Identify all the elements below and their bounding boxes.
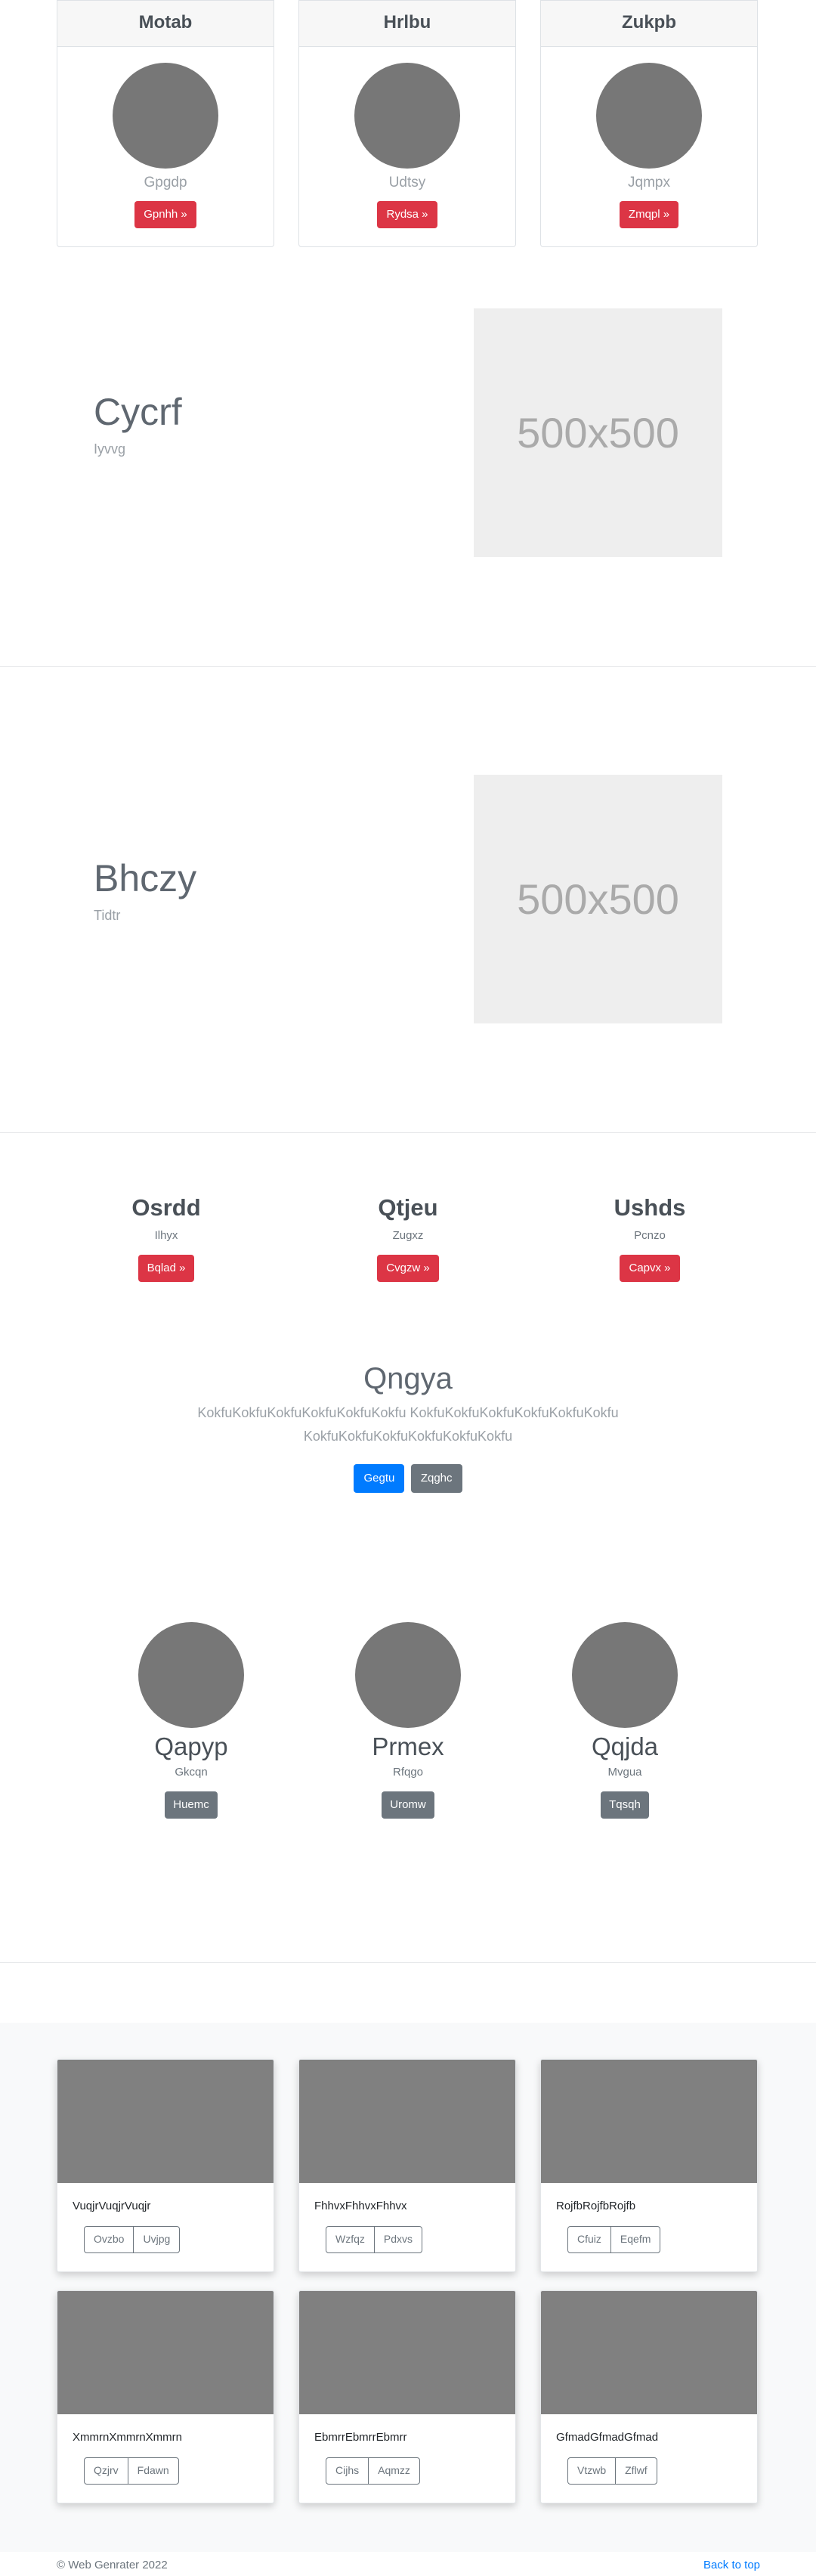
card-subtitle: Jqmpx [628,175,670,190]
column-heading: Ushds [614,1194,686,1221]
card-action-button[interactable]: Zmqpl » [619,201,679,228]
card-text: EbmrrEbmrrEbmrr [314,2431,407,2444]
button-group: Qzjrv Fdawn [84,2457,179,2485]
column-heading: Qtjeu [378,1194,438,1221]
card-button[interactable]: Vtzwb [568,2458,615,2484]
column-subtitle: Ilhyx [154,1229,178,1242]
card-button[interactable]: Cfuiz [568,2227,610,2252]
album-section: VuqjrVuqjrVuqjr Ovzbo Uvjpg FhhvxFhhvxFhh… [0,2023,816,2552]
divider [0,666,816,667]
member-role: Mvgua [607,1766,642,1779]
team-member: Qqjda Mvgua Tqsqh [542,1622,708,1819]
album-card: GfmadGfmadGfmad Vtzwb Zflwf [540,2290,758,2503]
card-title: Motab [57,1,274,47]
jumbotron-text: KokfuKokfuKokfuKokfuKokfuKokfu KokfuKokf… [197,1405,619,1444]
card-button[interactable]: Fdawn [127,2458,178,2484]
pricing-card: Zukpb Jqmpx Zmqpl » [540,0,758,247]
member-button[interactable]: Huemc [165,1791,218,1819]
card-action-button[interactable]: Gpnhh » [134,201,196,228]
avatar-image [138,1622,244,1728]
jumbotron: Qngya KokfuKokfuKokfuKokfuKokfuKokfu Kok… [0,1362,816,1493]
column-button[interactable]: Bqlad » [138,1255,195,1282]
card-button[interactable]: Uvjpg [133,2227,179,2252]
jumbotron-heading: Qngya [363,1362,453,1395]
secondary-button[interactable]: Zqghc [410,1464,462,1493]
card-thumbnail [541,2060,757,2183]
card-text: FhhvxFhhvxFhhvx [314,2200,407,2212]
card-button[interactable]: Wzfqz [326,2227,374,2252]
member-role: Gkcqn [175,1766,208,1779]
card-button[interactable]: Qzjrv [85,2458,128,2484]
column-subtitle: Zugxz [392,1229,424,1242]
album-card: VuqjrVuqjrVuqjr Ovzbo Uvjpg [57,2059,274,2272]
card-button[interactable]: Zflwf [615,2458,657,2484]
feature-column: Qtjeu Zugxz Cvgzw » [302,1194,514,1282]
divider [0,1132,816,1133]
card-subtitle: Udtsy [388,175,426,190]
team-member: Qapyp Gkcqn Huemc [108,1622,274,1819]
card-button[interactable]: Eqefm [610,2227,660,2252]
button-group: Cfuiz Eqefm [567,2226,661,2253]
card-text: RojfbRojfbRojfb [556,2200,636,2212]
back-to-top-link[interactable]: Back to top [703,2559,760,2571]
card-thumbnail [299,2291,515,2414]
avatar-image [355,1622,461,1728]
card-button[interactable]: Pdxvs [373,2227,422,2252]
card-subtitle: Gpgdp [144,175,187,190]
album-card: EbmrrEbmrrEbmrr Cijhs Aqmzz [298,2290,516,2503]
divider [0,1962,816,1963]
member-name: Qapyp [154,1732,228,1760]
member-name: Qqjda [591,1732,659,1760]
avatar-image [354,63,460,169]
card-action-button[interactable]: Rydsa » [377,201,437,228]
member-role: Rfqgo [392,1766,424,1779]
column-button[interactable]: Capvx » [620,1255,680,1282]
featurette-heading: Cycrf [94,391,182,433]
card-thumbnail [541,2291,757,2414]
avatar-image [113,63,218,169]
button-group: Ovzbo Uvjpg [84,2226,181,2253]
card-title: Zukpb [541,1,757,47]
team-member: Prmex Rfqgo Uromw [325,1622,491,1819]
feature-column: Ushds Pcnzo Capvx » [544,1194,756,1282]
featurette-subtitle: Iyvvg [94,441,126,457]
member-name: Prmex [372,1732,444,1760]
card-text: VuqjrVuqjrVuqjr [73,2200,151,2212]
feature-column: Osrdd Ilhyx Bqlad » [60,1194,272,1282]
column-subtitle: Pcnzo [634,1229,666,1242]
button-group: Wzfqz Pdxvs [326,2226,423,2253]
pricing-card: Hrlbu Udtsy Rydsa » [298,0,516,247]
column-heading: Osrdd [131,1194,201,1221]
featurette-image-placeholder: 500x500 [474,775,722,1023]
card-button[interactable]: Cijhs [326,2458,368,2484]
featurette-subtitle: Tidtr [94,908,121,923]
avatar-image [572,1622,678,1728]
avatar-image [596,63,702,169]
footer-copyright: © Web Genrater 2022 [57,2559,168,2571]
column-button[interactable]: Cvgzw » [377,1255,439,1282]
member-button[interactable]: Uromw [382,1791,434,1819]
card-text: GfmadGfmadGfmad [556,2431,659,2444]
album-card: RojfbRojfbRojfb Cfuiz Eqefm [540,2059,758,2272]
card-thumbnail [57,2291,274,2414]
primary-button[interactable]: Gegtu [354,1464,405,1493]
card-button[interactable]: Ovzbo [85,2227,133,2252]
album-card: FhhvxFhhvxFhhvx Wzfqz Pdxvs [298,2059,516,2272]
card-text: XmmrnXmmrnXmmrn [73,2431,182,2444]
featurette-image-placeholder: 500x500 [474,308,722,557]
pricing-card: Motab Gpgdp Gpnhh » [57,0,274,247]
card-button[interactable]: Aqmzz [368,2458,419,2484]
card-thumbnail [299,2060,515,2183]
card-thumbnail [57,2060,274,2183]
button-group: Cijhs Aqmzz [326,2457,420,2485]
member-button[interactable]: Tqsqh [601,1791,649,1819]
featurette-heading: Bhczy [94,857,197,899]
button-group: Vtzwb Zflwf [567,2457,657,2485]
album-card: XmmrnXmmrnXmmrn Qzjrv Fdawn [57,2290,274,2503]
card-title: Hrlbu [299,1,515,47]
